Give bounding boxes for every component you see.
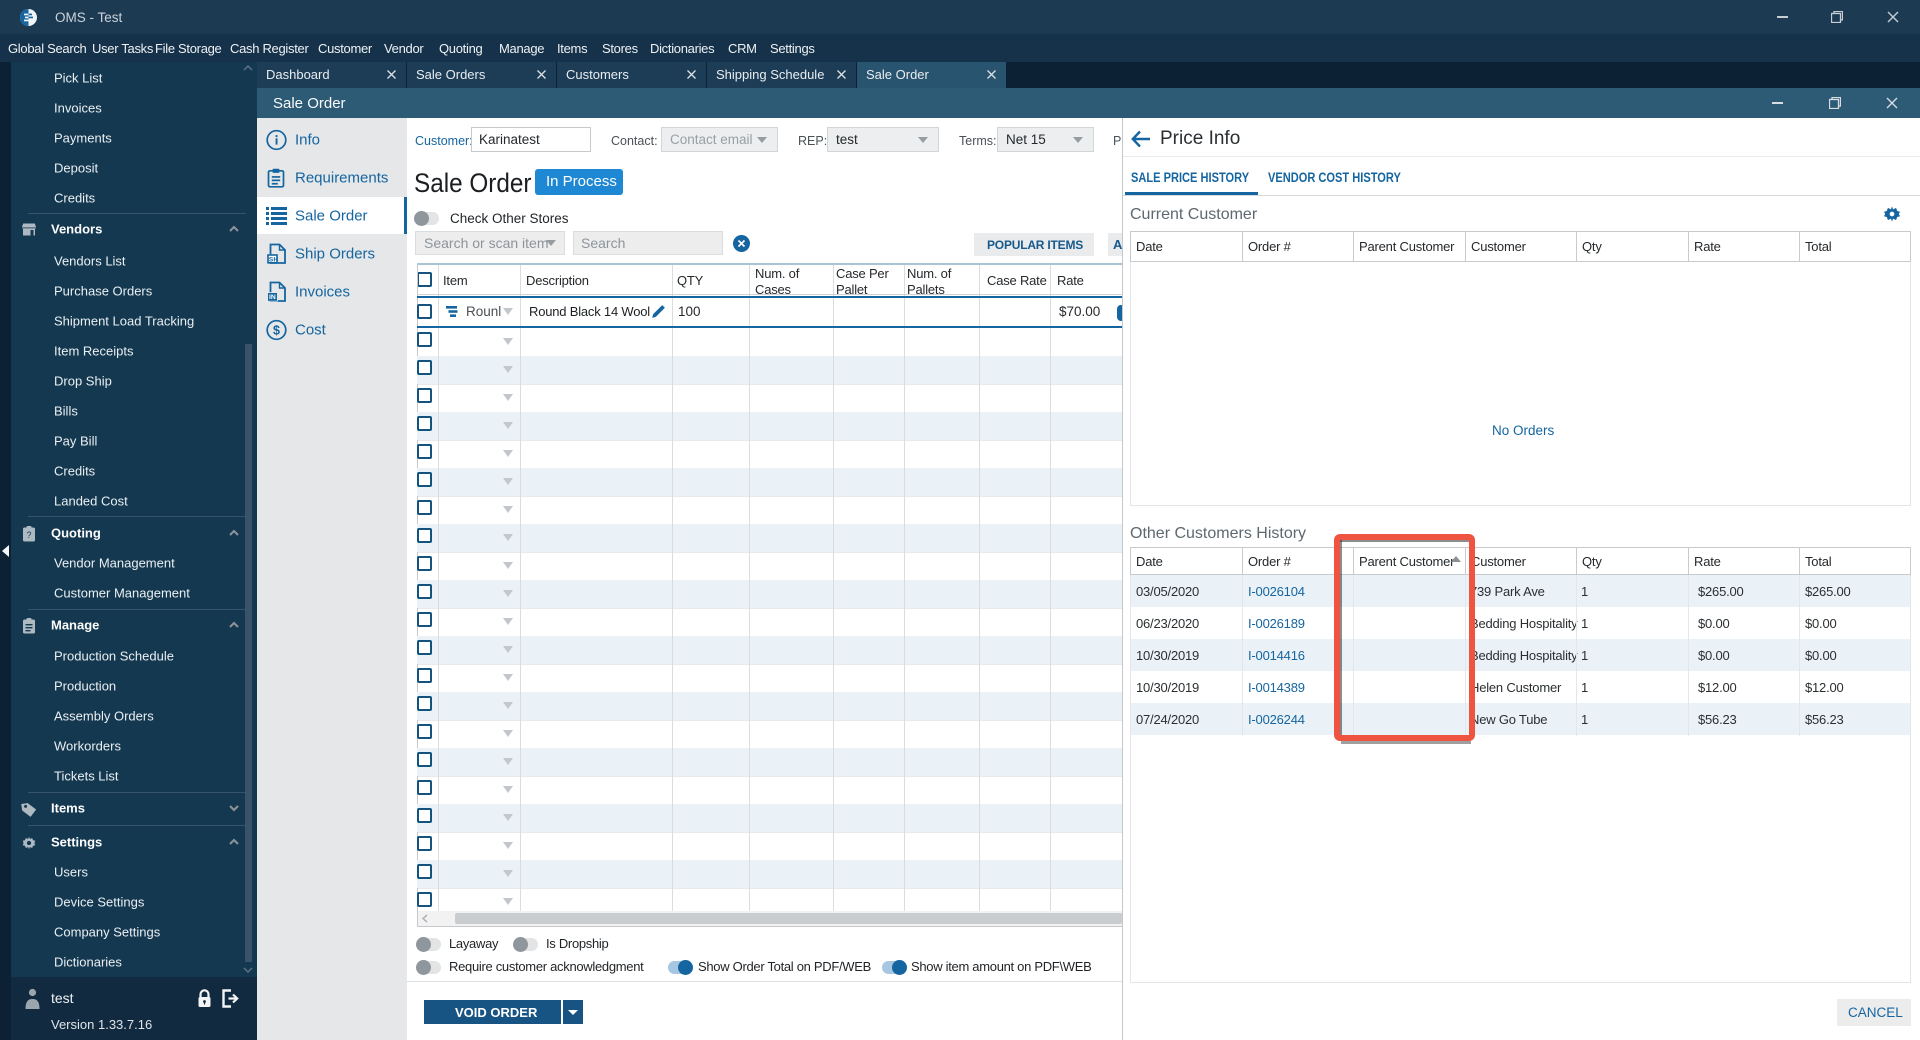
svg-text:?: ? — [26, 530, 31, 540]
svg-text:SH: SH — [269, 256, 279, 263]
svg-text:IN: IN — [269, 294, 276, 301]
svg-text:$: $ — [273, 323, 280, 337]
